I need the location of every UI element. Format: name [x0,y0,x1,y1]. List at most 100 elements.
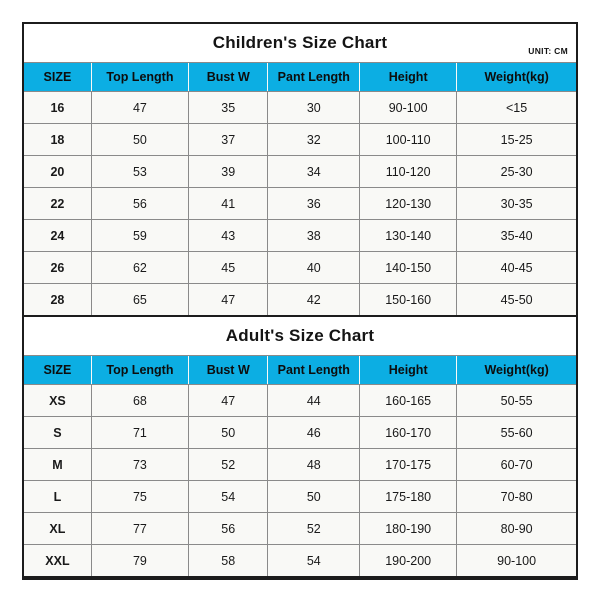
cell-weight: <15 [456,91,576,124]
cell-size: 18 [24,123,92,156]
cell-pant-length: 34 [267,155,361,188]
cell-size: 28 [24,283,92,317]
size-chart-table: Children's Size Chart UNIT: CM SIZE Top … [24,24,576,578]
cell-pant-length: 32 [267,123,361,156]
cell-weight: 90-100 [456,544,576,578]
children-title-cell: Children's Size Chart UNIT: CM [24,24,576,63]
table-row: 16 47 35 30 90-100 <15 [24,91,576,124]
cell-pant-length: 44 [267,384,361,417]
adult-column-header-pant-length: Pant Length [267,355,361,385]
cell-weight: 70-80 [456,480,576,513]
adult-column-header-weight: Weight(kg) [456,355,576,385]
children-column-header-bust-w: Bust W [187,62,269,92]
cell-size: 24 [24,219,92,252]
table-row: 24 59 43 38 130-140 35-40 [24,219,576,252]
children-column-header-size: SIZE [24,62,92,92]
cell-bust-w: 47 [187,384,269,417]
cell-bust-w: 35 [187,91,269,124]
cell-weight: 35-40 [456,219,576,252]
cell-bust-w: 45 [187,251,269,284]
table-row: 22 56 41 36 120-130 30-35 [24,187,576,220]
cell-top-length: 75 [90,480,189,513]
cell-pant-length: 36 [267,187,361,220]
adult-column-header-top-length: Top Length [90,355,189,385]
cell-pant-length: 50 [267,480,361,513]
cell-size: XXL [24,544,92,578]
cell-height: 110-120 [359,155,458,188]
cell-weight: 15-25 [456,123,576,156]
cell-pant-length: 48 [267,448,361,481]
cell-pant-length: 54 [267,544,361,578]
adult-header-row: SIZE Top Length Bust W Pant Length Heigh… [24,355,576,385]
table-row: 18 50 37 32 100-110 15-25 [24,123,576,156]
cell-height: 140-150 [359,251,458,284]
cell-top-length: 71 [90,416,189,449]
cell-weight: 50-55 [456,384,576,417]
cell-weight: 60-70 [456,448,576,481]
table-row: XS 68 47 44 160-165 50-55 [24,384,576,417]
cell-weight: 25-30 [456,155,576,188]
cell-height: 160-165 [359,384,458,417]
tips-row: TIPS: Due to different measurement metho… [24,576,576,578]
cell-size: L [24,480,92,513]
cell-pant-length: 38 [267,219,361,252]
cell-bust-w: 54 [187,480,269,513]
cell-weight: 80-90 [456,512,576,545]
chart-body: Children's Size Chart UNIT: CM SIZE Top … [24,24,576,578]
cell-bust-w: 50 [187,416,269,449]
unit-label: UNIT: CM [528,46,568,56]
cell-height: 180-190 [359,512,458,545]
cell-pant-length: 40 [267,251,361,284]
children-title-row: Children's Size Chart UNIT: CM [24,24,576,63]
adult-column-header-bust-w: Bust W [187,355,269,385]
table-row: L 75 54 50 175-180 70-80 [24,480,576,513]
cell-height: 130-140 [359,219,458,252]
children-column-header-height: Height [359,62,458,92]
cell-top-length: 59 [90,219,189,252]
cell-top-length: 62 [90,251,189,284]
cell-height: 150-160 [359,283,458,317]
cell-bust-w: 52 [187,448,269,481]
adult-chart-title: Adult's Size Chart [225,326,375,345]
cell-top-length: 65 [90,283,189,317]
children-header-row: SIZE Top Length Bust W Pant Length Heigh… [24,62,576,92]
adult-title-row: Adult's Size Chart [24,315,576,356]
adult-column-header-height: Height [359,355,458,385]
cell-height: 170-175 [359,448,458,481]
adult-title-cell: Adult's Size Chart [24,315,576,356]
cell-size: 20 [24,155,92,188]
cell-weight: 45-50 [456,283,576,317]
table-row: XL 77 56 52 180-190 80-90 [24,512,576,545]
children-chart-title: Children's Size Chart [212,33,388,52]
cell-pant-length: 52 [267,512,361,545]
cell-weight: 40-45 [456,251,576,284]
cell-height: 160-170 [359,416,458,449]
cell-height: 190-200 [359,544,458,578]
cell-top-length: 68 [90,384,189,417]
cell-height: 100-110 [359,123,458,156]
cell-bust-w: 43 [187,219,269,252]
cell-size: 22 [24,187,92,220]
cell-pant-length: 46 [267,416,361,449]
table-row: XXL 79 58 54 190-200 90-100 [24,544,576,578]
table-row: 28 65 47 42 150-160 45-50 [24,283,576,317]
cell-size: XS [24,384,92,417]
cell-top-length: 47 [90,91,189,124]
cell-weight: 30-35 [456,187,576,220]
cell-pant-length: 42 [267,283,361,317]
cell-top-length: 79 [90,544,189,578]
table-row: 26 62 45 40 140-150 40-45 [24,251,576,284]
children-column-header-pant-length: Pant Length [267,62,361,92]
cell-size: 16 [24,91,92,124]
cell-height: 90-100 [359,91,458,124]
cell-size: M [24,448,92,481]
children-column-header-weight: Weight(kg) [456,62,576,92]
children-column-header-top-length: Top Length [90,62,189,92]
cell-weight: 55-60 [456,416,576,449]
cell-size: XL [24,512,92,545]
cell-top-length: 50 [90,123,189,156]
cell-top-length: 73 [90,448,189,481]
cell-height: 175-180 [359,480,458,513]
tips-cell: TIPS: Due to different measurement metho… [24,576,576,578]
cell-top-length: 53 [90,155,189,188]
